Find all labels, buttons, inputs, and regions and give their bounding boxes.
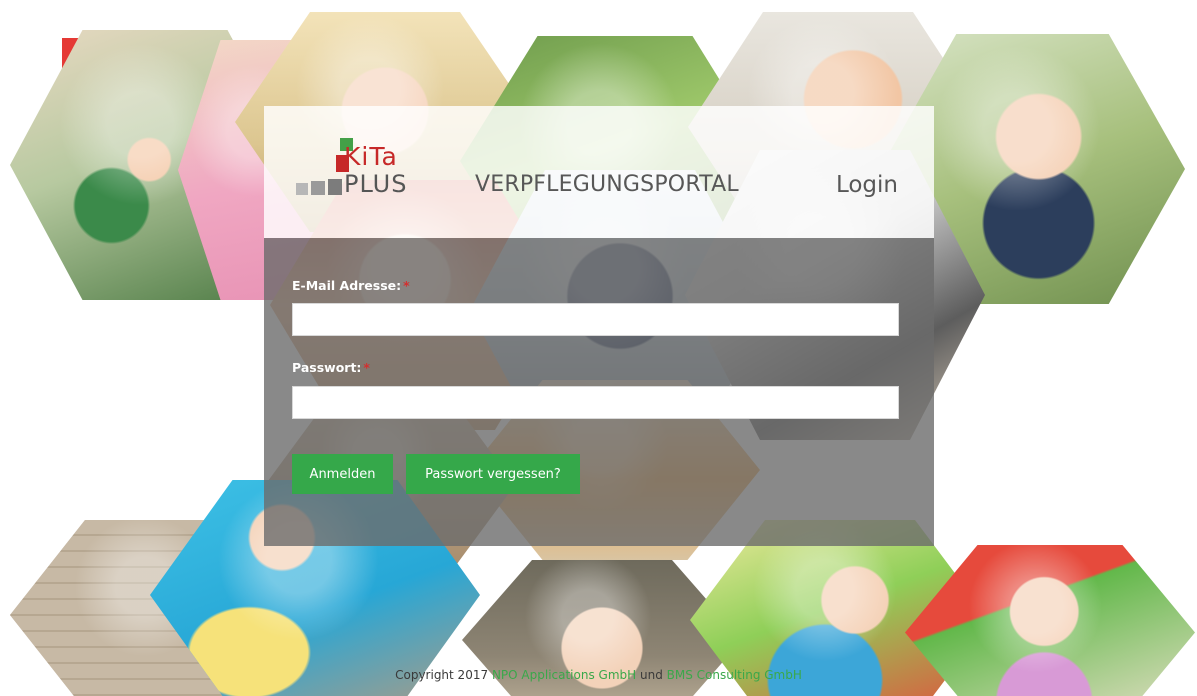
required-marker: *: [363, 360, 370, 375]
logo-square: [296, 183, 308, 195]
password-label-text: Passwort:: [292, 360, 362, 375]
logo-text-kita: KiTa: [344, 142, 398, 171]
page-title: Login: [835, 172, 898, 198]
email-label-text: E-Mail Adresse:: [292, 278, 402, 293]
password-field[interactable]: [292, 386, 899, 419]
login-panel-header: KiTa PLUS VERPFLEGUNGSPORTAL Login: [264, 106, 934, 238]
email-label: E-Mail Adresse: *: [292, 278, 410, 293]
footer-joiner-text: und: [639, 668, 663, 682]
required-marker: *: [403, 278, 410, 293]
login-button[interactable]: Anmelden: [292, 454, 393, 494]
password-label: Passwort: *: [292, 360, 370, 375]
footer-copyright: Copyright 2017 NPO Applications GmbH und…: [0, 668, 1197, 682]
footer-copyright-text: Copyright 2017: [395, 668, 489, 682]
footer-link-npo-applications[interactable]: NPO Applications GmbH: [492, 668, 636, 682]
kita-plus-logo: KiTa PLUS: [296, 138, 442, 200]
logo-square: [311, 181, 325, 195]
footer-link-bms-consulting[interactable]: BMS Consulting GmbH: [667, 668, 802, 682]
login-panel: KiTa PLUS VERPFLEGUNGSPORTAL Login E-Mai…: [264, 106, 934, 546]
logo-square: [328, 179, 342, 195]
email-field[interactable]: [292, 303, 899, 336]
forgot-password-button[interactable]: Passwort vergessen?: [406, 454, 580, 494]
login-form: E-Mail Adresse: * Passwort: * Anmelden Pas…: [264, 238, 934, 546]
logo-text-plus: PLUS: [344, 170, 408, 198]
portal-title: VERPFLEGUNGSPORTAL: [475, 172, 739, 197]
